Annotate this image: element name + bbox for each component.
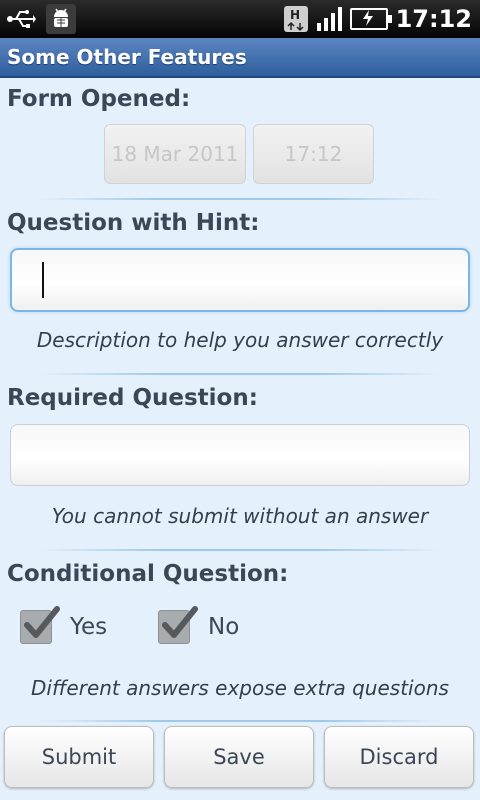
checkmark-icon <box>162 606 198 638</box>
time-picker[interactable]: 17:12 <box>253 124 374 184</box>
discard-button[interactable]: Discard <box>324 726 474 788</box>
date-picker[interactable]: 18 Mar 2011 <box>104 124 246 184</box>
option-yes[interactable]: Yes <box>20 606 108 644</box>
question-hint-label: Question with Hint: <box>7 210 260 236</box>
divider <box>38 198 442 200</box>
question-hint-input[interactable] <box>10 248 470 312</box>
divider <box>38 549 442 551</box>
divider <box>38 720 442 722</box>
usb-icon <box>6 4 36 34</box>
conditional-question-description: Different answers expose extra questions <box>31 676 449 700</box>
android-debug-icon <box>46 4 76 34</box>
option-yes-label: Yes <box>70 614 108 640</box>
option-no[interactable]: No <box>158 606 240 644</box>
checkbox-no[interactable] <box>158 606 198 644</box>
svg-text:H: H <box>290 8 300 22</box>
required-question-label: Required Question: <box>7 385 258 411</box>
required-question-input[interactable] <box>10 424 470 486</box>
checkbox-yes[interactable] <box>20 606 60 644</box>
option-no-label: No <box>208 614 240 640</box>
battery-charging-icon <box>349 8 392 30</box>
text-cursor <box>42 262 44 298</box>
title-bar: Some Other Features <box>0 38 480 78</box>
signal-icon <box>316 7 342 31</box>
conditional-question-label: Conditional Question: <box>7 561 289 587</box>
save-button[interactable]: Save <box>164 726 314 788</box>
question-hint-description: Description to help you answer correctly <box>36 328 444 352</box>
submit-button[interactable]: Submit <box>4 726 154 788</box>
status-bar: H 17:12 <box>0 0 480 38</box>
status-clock: 17:12 <box>395 5 472 33</box>
divider <box>38 373 442 375</box>
hsdpa-icon: H <box>283 5 309 33</box>
checkmark-icon <box>24 606 60 638</box>
required-question-description: You cannot submit without an answer <box>51 504 429 528</box>
page-title: Some Other Features <box>7 45 247 69</box>
form-opened-label: Form Opened: <box>7 86 191 112</box>
